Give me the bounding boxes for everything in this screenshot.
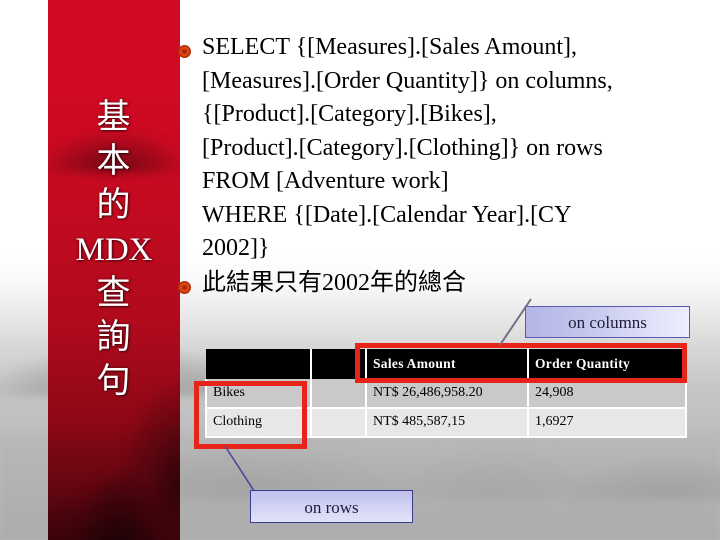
slide-canvas: 基 本 的 MDX 查 詢 句 SELECT {[Measures].[Sale… bbox=[0, 0, 720, 540]
title-char-3: 的 bbox=[96, 187, 132, 224]
table-corner-cell bbox=[206, 349, 312, 379]
callout-on-columns[interactable]: on columns bbox=[525, 306, 690, 338]
title-banner: 基 本 的 MDX 查 詢 句 bbox=[48, 0, 180, 540]
cell-bikes-order-quantity: 24,908 bbox=[527, 379, 687, 409]
cell-clothing-order-quantity: 1,6927 bbox=[527, 408, 687, 438]
table-row: Bikes NT$ 26,486,958.20 24,908 bbox=[205, 379, 687, 409]
table-row: Clothing NT$ 485,587,15 1,6927 bbox=[205, 408, 687, 438]
table-header-row: Sales Amount Order Quantity bbox=[206, 349, 687, 379]
result-note-text: 此結果只有2002年的總合 bbox=[202, 270, 466, 296]
banner-texture-top bbox=[48, 52, 180, 172]
column-header-sales-amount: Sales Amount bbox=[365, 349, 529, 379]
cell-clothing-sales-amount: NT$ 485,587,15 bbox=[365, 408, 529, 438]
row-header-clothing: Clothing bbox=[205, 408, 312, 438]
result-table: Sales Amount Order Quantity Bikes NT$ 26… bbox=[205, 349, 687, 438]
mdx-query-text: SELECT {[Measures].[Sales Amount], [Meas… bbox=[202, 34, 613, 261]
callout-on-rows[interactable]: on rows bbox=[250, 490, 413, 523]
cell-bikes-sales-amount: NT$ 26,486,958.20 bbox=[365, 379, 529, 409]
banner-texture-bottom bbox=[48, 400, 180, 540]
flower-bullet-icon bbox=[178, 281, 191, 294]
flower-bullet-icon bbox=[178, 45, 191, 58]
table-spacer-cell bbox=[311, 349, 367, 379]
column-header-order-quantity: Order Quantity bbox=[527, 349, 687, 379]
row-spacer-cell bbox=[310, 379, 367, 409]
row-spacer-cell bbox=[310, 408, 367, 438]
row-header-bikes: Bikes bbox=[205, 379, 312, 409]
